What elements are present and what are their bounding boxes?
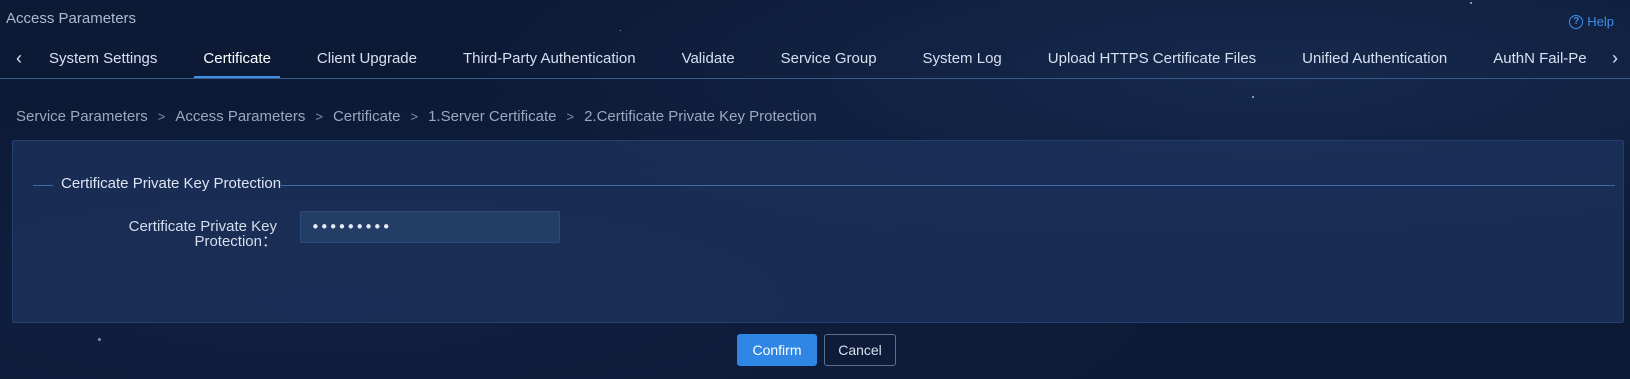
page-title: Access Parameters (6, 10, 137, 27)
breadcrumb: Service Parameters > Access Parameters > Cer… (16, 108, 817, 125)
breadcrumb-separator: > (315, 109, 323, 124)
star-decoration (620, 30, 621, 31)
private-key-protection-input[interactable] (300, 211, 560, 243)
breadcrumb-separator: > (566, 109, 575, 124)
star-decoration (98, 338, 101, 341)
breadcrumb-item[interactable]: Service Parameters (16, 108, 148, 125)
cancel-button[interactable]: Cancel (824, 334, 896, 366)
section-header: Certificate Private Key Protection (33, 175, 1615, 195)
tab-upload-https-certificate-files[interactable]: Upload HTTPS Certificate Files (1025, 44, 1279, 78)
tab-client-upgrade[interactable]: Client Upgrade (294, 44, 440, 78)
star-decoration (1252, 96, 1254, 98)
breadcrumb-separator: > (410, 109, 419, 124)
tab-third-party-authentication[interactable]: Third-Party Authentication (440, 44, 659, 78)
breadcrumb-item: 2.Certificate Private Key Protection (584, 108, 817, 125)
help-link[interactable]: ? Help (1569, 14, 1614, 29)
section-divider (281, 185, 1615, 186)
section-divider (33, 185, 53, 186)
tab-certificate[interactable]: Certificate (180, 44, 294, 78)
tab-system-settings[interactable]: System Settings (26, 44, 180, 78)
breadcrumb-item[interactable]: Certificate (333, 108, 401, 125)
private-key-protection-label: Certificate Private Key Protection： (128, 218, 277, 250)
help-label: Help (1587, 14, 1614, 29)
tab-unified-authentication[interactable]: Unified Authentication (1279, 44, 1470, 78)
tab-service-group[interactable]: Service Group (758, 44, 900, 78)
star-decoration (1470, 2, 1472, 4)
help-circle-icon: ? (1569, 14, 1584, 29)
tab-bar: ‹ System Settings Certificate Client Upgra… (0, 44, 1630, 79)
breadcrumb-item[interactable]: 1.Server Certificate (428, 108, 556, 125)
breadcrumb-separator: > (157, 109, 166, 124)
chevron-right-icon[interactable]: › (1606, 48, 1624, 70)
settings-panel: Certificate Private Key Protection Certi… (12, 140, 1624, 323)
tab-system-log[interactable]: System Log (900, 44, 1025, 78)
confirm-button[interactable]: Confirm (737, 334, 817, 366)
section-title: Certificate Private Key Protection (61, 175, 282, 192)
tab-list: System Settings Certificate Client Upgrade… (26, 44, 1600, 78)
tab-validate[interactable]: Validate (659, 44, 758, 78)
breadcrumb-item[interactable]: Access Parameters (175, 108, 305, 125)
tab-authn-fail-pe[interactable]: AuthN Fail-Pe (1470, 44, 1600, 78)
